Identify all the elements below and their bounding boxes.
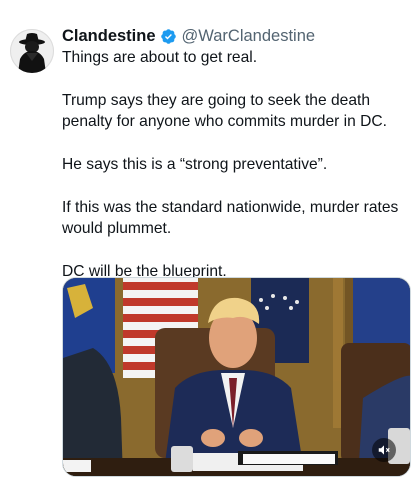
tweet-paragraph: Trump says they are going to seek the de… bbox=[62, 91, 388, 131]
tweet-paragraph: He says this is a “strong preventative”. bbox=[62, 156, 328, 173]
tweet: Clandestine @WarClandestine Things are a… bbox=[0, 0, 419, 500]
avatar[interactable] bbox=[10, 29, 54, 73]
tweet-paragraph: If this was the standard nationwide, mur… bbox=[62, 198, 399, 238]
tweet-video[interactable] bbox=[62, 277, 411, 477]
tweet-text: Things are about to get real. Trump says… bbox=[62, 47, 412, 282]
hooded-figure-avatar-icon bbox=[10, 29, 54, 73]
tweet-paragraph: Things are about to get real. bbox=[62, 49, 258, 66]
author-handle[interactable]: @WarClandestine bbox=[182, 26, 316, 46]
author-display-name[interactable]: Clandestine bbox=[62, 26, 156, 46]
tweet-header: Clandestine @WarClandestine bbox=[62, 26, 315, 46]
mute-toggle-button[interactable] bbox=[372, 438, 396, 462]
speaker-muted-icon bbox=[378, 445, 390, 455]
verified-badge-icon bbox=[160, 28, 177, 45]
video-frame bbox=[63, 278, 410, 476]
